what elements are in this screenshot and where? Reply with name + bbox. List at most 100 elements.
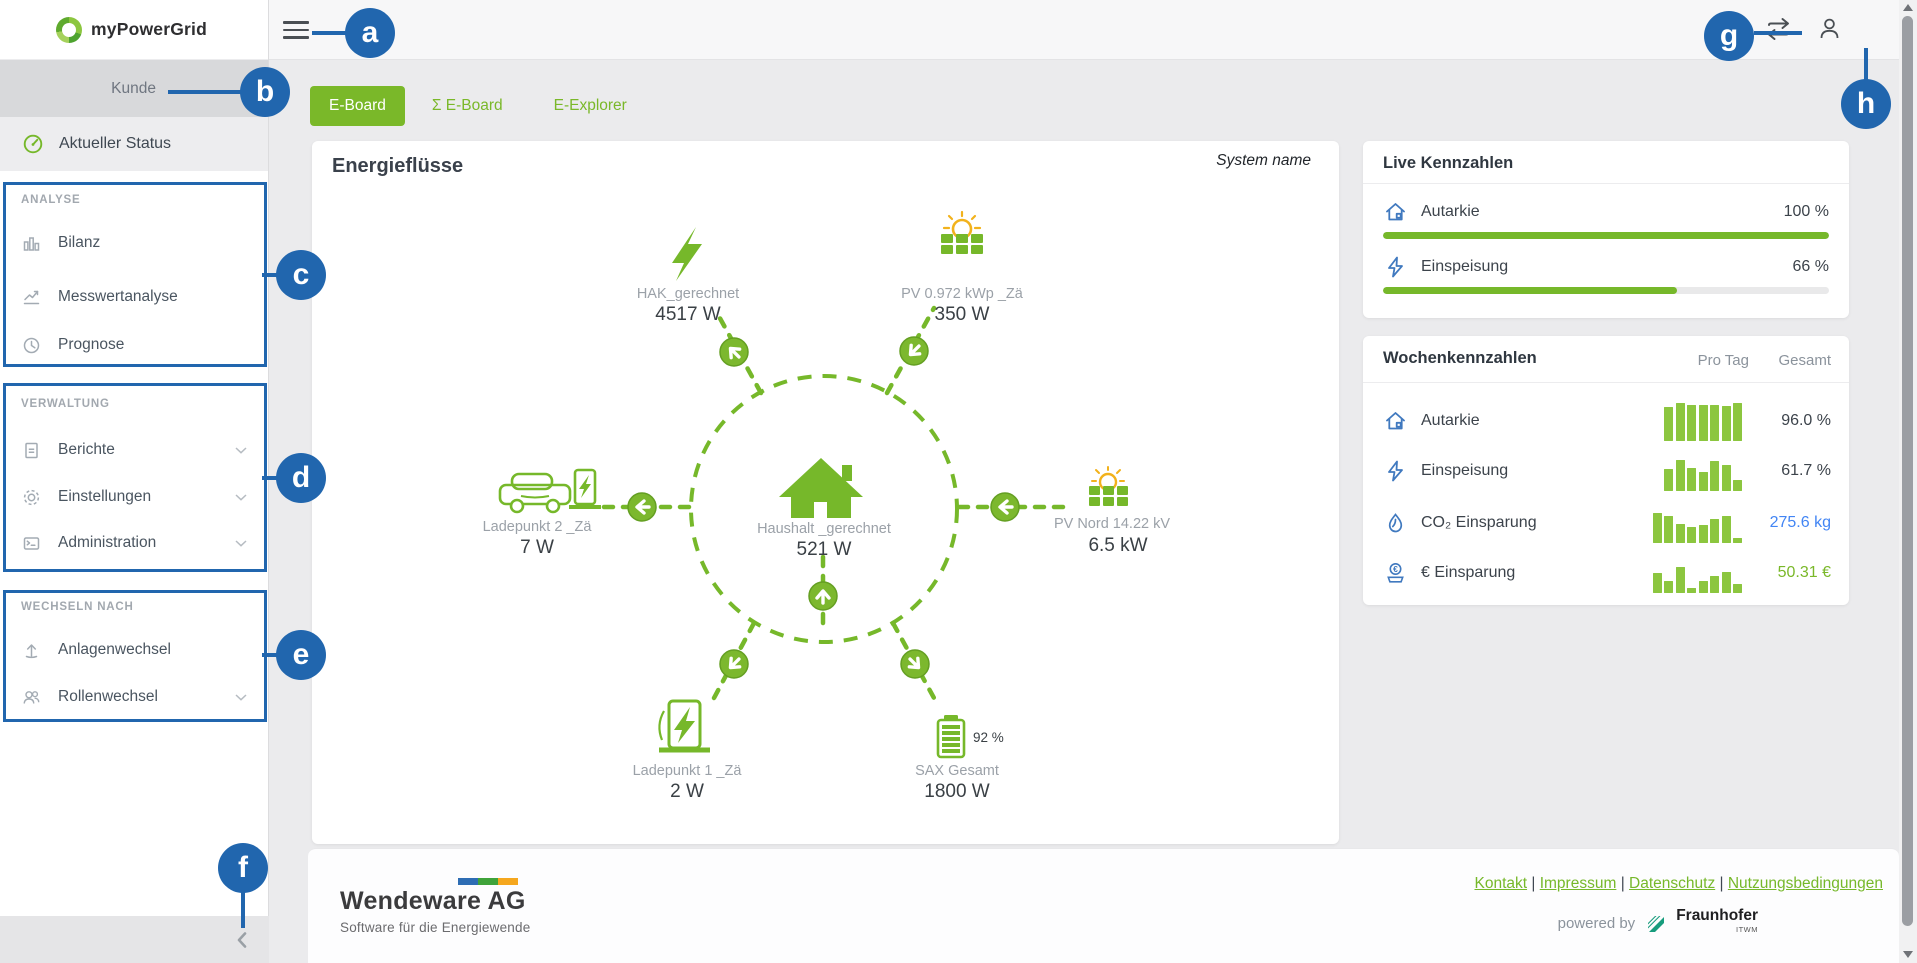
week-bar: [1722, 572, 1731, 593]
kpi-label: Einspeisung: [1421, 462, 1508, 480]
feed-in-icon: [1383, 255, 1408, 279]
flow-arrow-to-battery-icon: [895, 644, 935, 684]
week-bar-chart: [1646, 401, 1742, 441]
week-bar: [1710, 461, 1719, 491]
week-bar: [1722, 406, 1731, 441]
flow-arrow-to-grid-icon: [714, 332, 754, 372]
panel-title: Wochenkennzahlen: [1383, 349, 1537, 368]
progress-bar: [1383, 232, 1829, 239]
week-bar: [1699, 525, 1708, 543]
sidebar-item-label: Aktueller Status: [59, 135, 171, 153]
customer-role-label: Kunde: [111, 80, 156, 98]
scrollbar-up-arrow[interactable]: [1903, 4, 1913, 11]
link-separator: |: [1720, 875, 1728, 892]
powered-by-label: powered by: [1558, 915, 1636, 932]
panel-title: Live Kennzahlen: [1383, 154, 1513, 173]
kpi-total: 96.0 %: [1767, 412, 1831, 430]
week-bar: [1664, 581, 1673, 593]
annotation-line-b: [168, 90, 242, 94]
company-name: Wendeware AG: [340, 887, 526, 916]
annotation-f: f: [218, 843, 268, 893]
scrollbar-down-arrow[interactable]: [1903, 951, 1913, 958]
powered-by-block: powered by FraunhoferITWM: [1558, 909, 1758, 937]
company-tagline: Software für die Energiewende: [340, 920, 530, 935]
annotation-box-e: [3, 590, 267, 722]
collapse-sidebar-icon[interactable]: [237, 932, 247, 948]
node-label: Haushalt _gerechnet: [757, 521, 891, 537]
week-row-co2: CO₂ Einsparung 275.6 kg: [1383, 501, 1831, 545]
week-bar: [1664, 407, 1673, 441]
vertical-scrollbar: [1899, 0, 1917, 963]
kpi-value: 100 %: [1784, 203, 1829, 221]
link-nutzungsbedingungen[interactable]: Nutzungsbedingungen: [1728, 875, 1883, 892]
node-value: 4517 W: [655, 304, 721, 325]
link-datenschutz[interactable]: Datenschutz: [1629, 875, 1715, 892]
kpi-label: € Einsparung: [1421, 564, 1515, 582]
footer-links: Kontakt | Impressum | Datenschutz | Nutz…: [1475, 875, 1884, 893]
co2-drop-icon: [1383, 511, 1408, 535]
node-value: 1800 W: [924, 781, 990, 802]
hamburger-menu-icon[interactable]: [283, 21, 309, 40]
node-value: 6.5 kW: [1088, 535, 1147, 556]
week-row-autarkie: Autarkie 96.0 %: [1383, 399, 1831, 443]
week-bar: [1699, 405, 1708, 441]
tab-e-explorer[interactable]: E-Explorer: [540, 86, 641, 126]
role-row: Kunde: [0, 60, 268, 117]
annotation-line-g: [1754, 31, 1802, 35]
week-row-euro: € € Einsparung 50.31 €: [1383, 551, 1831, 595]
week-bar: [1664, 516, 1673, 543]
node-value: 2 W: [670, 781, 704, 802]
week-bar: [1733, 480, 1742, 491]
flow-arrow-from-pv-north-icon: [991, 493, 1019, 521]
column-header-pro-tag: Pro Tag: [1698, 352, 1749, 369]
link-kontakt[interactable]: Kontakt: [1475, 875, 1528, 892]
divider: [1363, 183, 1849, 184]
top-bar: [269, 0, 1899, 60]
solar-panel-icon: [1089, 467, 1128, 506]
scrollbar-thumb[interactable]: [1902, 16, 1913, 926]
week-bar: [1687, 468, 1696, 491]
node-label: Ladepunkt 1 _Zä: [633, 763, 743, 779]
live-kpi-card: Live Kennzahlen Autarkie 100 % Einspeisu…: [1363, 141, 1849, 318]
week-bar: [1653, 513, 1662, 543]
column-header-gesamt: Gesamt: [1778, 352, 1831, 369]
kpi-total: 275.6 kg: [1767, 514, 1831, 532]
kpi-total: 61.7 %: [1767, 462, 1831, 480]
user-account-icon[interactable]: [1816, 16, 1843, 48]
house-outline-icon: [1383, 409, 1408, 433]
sidebar-item-aktueller-status[interactable]: Aktueller Status: [0, 117, 268, 171]
annotation-line-a: [312, 31, 346, 35]
node-label: PV 0.972 kWp _Zä: [901, 286, 1024, 302]
charging-station-icon: [659, 701, 710, 750]
annotation-box-d: [3, 383, 267, 572]
week-bar: [1699, 581, 1708, 593]
annotation-a: a: [345, 8, 395, 58]
week-bar: [1687, 405, 1696, 441]
progress-fill: [1383, 232, 1829, 239]
house-icon: [779, 458, 863, 518]
kpi-label: Autarkie: [1421, 412, 1480, 430]
tab-e-board[interactable]: E-Board: [310, 86, 405, 126]
kpi-label: Einspeisung: [1421, 258, 1508, 276]
flow-arrow-from-pv-icon: [894, 331, 934, 371]
svg-text:€: €: [1393, 564, 1398, 574]
energy-flow-diagram: HAK_gerechnet 4517 W PV 0.972 kWp _Zä 35…: [312, 141, 1339, 844]
week-bar: [1676, 524, 1685, 543]
house-outline-icon: [1383, 200, 1408, 224]
energy-flow-card: Energieflüsse System name: [312, 141, 1339, 844]
node-label: PV Nord 14.22 kV: [1054, 516, 1170, 532]
link-separator: |: [1621, 875, 1629, 892]
week-bar: [1733, 403, 1742, 441]
week-bar-chart: [1646, 553, 1742, 593]
week-bar: [1722, 516, 1731, 543]
week-bar: [1710, 405, 1719, 441]
link-impressum[interactable]: Impressum: [1540, 875, 1617, 892]
kpi-label: Autarkie: [1421, 203, 1480, 221]
node-label: Ladepunkt 2 _Zä: [483, 519, 593, 535]
week-bar: [1676, 403, 1685, 441]
annotation-g: g: [1704, 11, 1754, 61]
battery-soc-label: 92 %: [973, 730, 1004, 745]
week-bar: [1676, 567, 1685, 593]
tab-sum-e-board[interactable]: Σ E-Board: [418, 86, 517, 126]
annotation-h: h: [1841, 79, 1891, 129]
